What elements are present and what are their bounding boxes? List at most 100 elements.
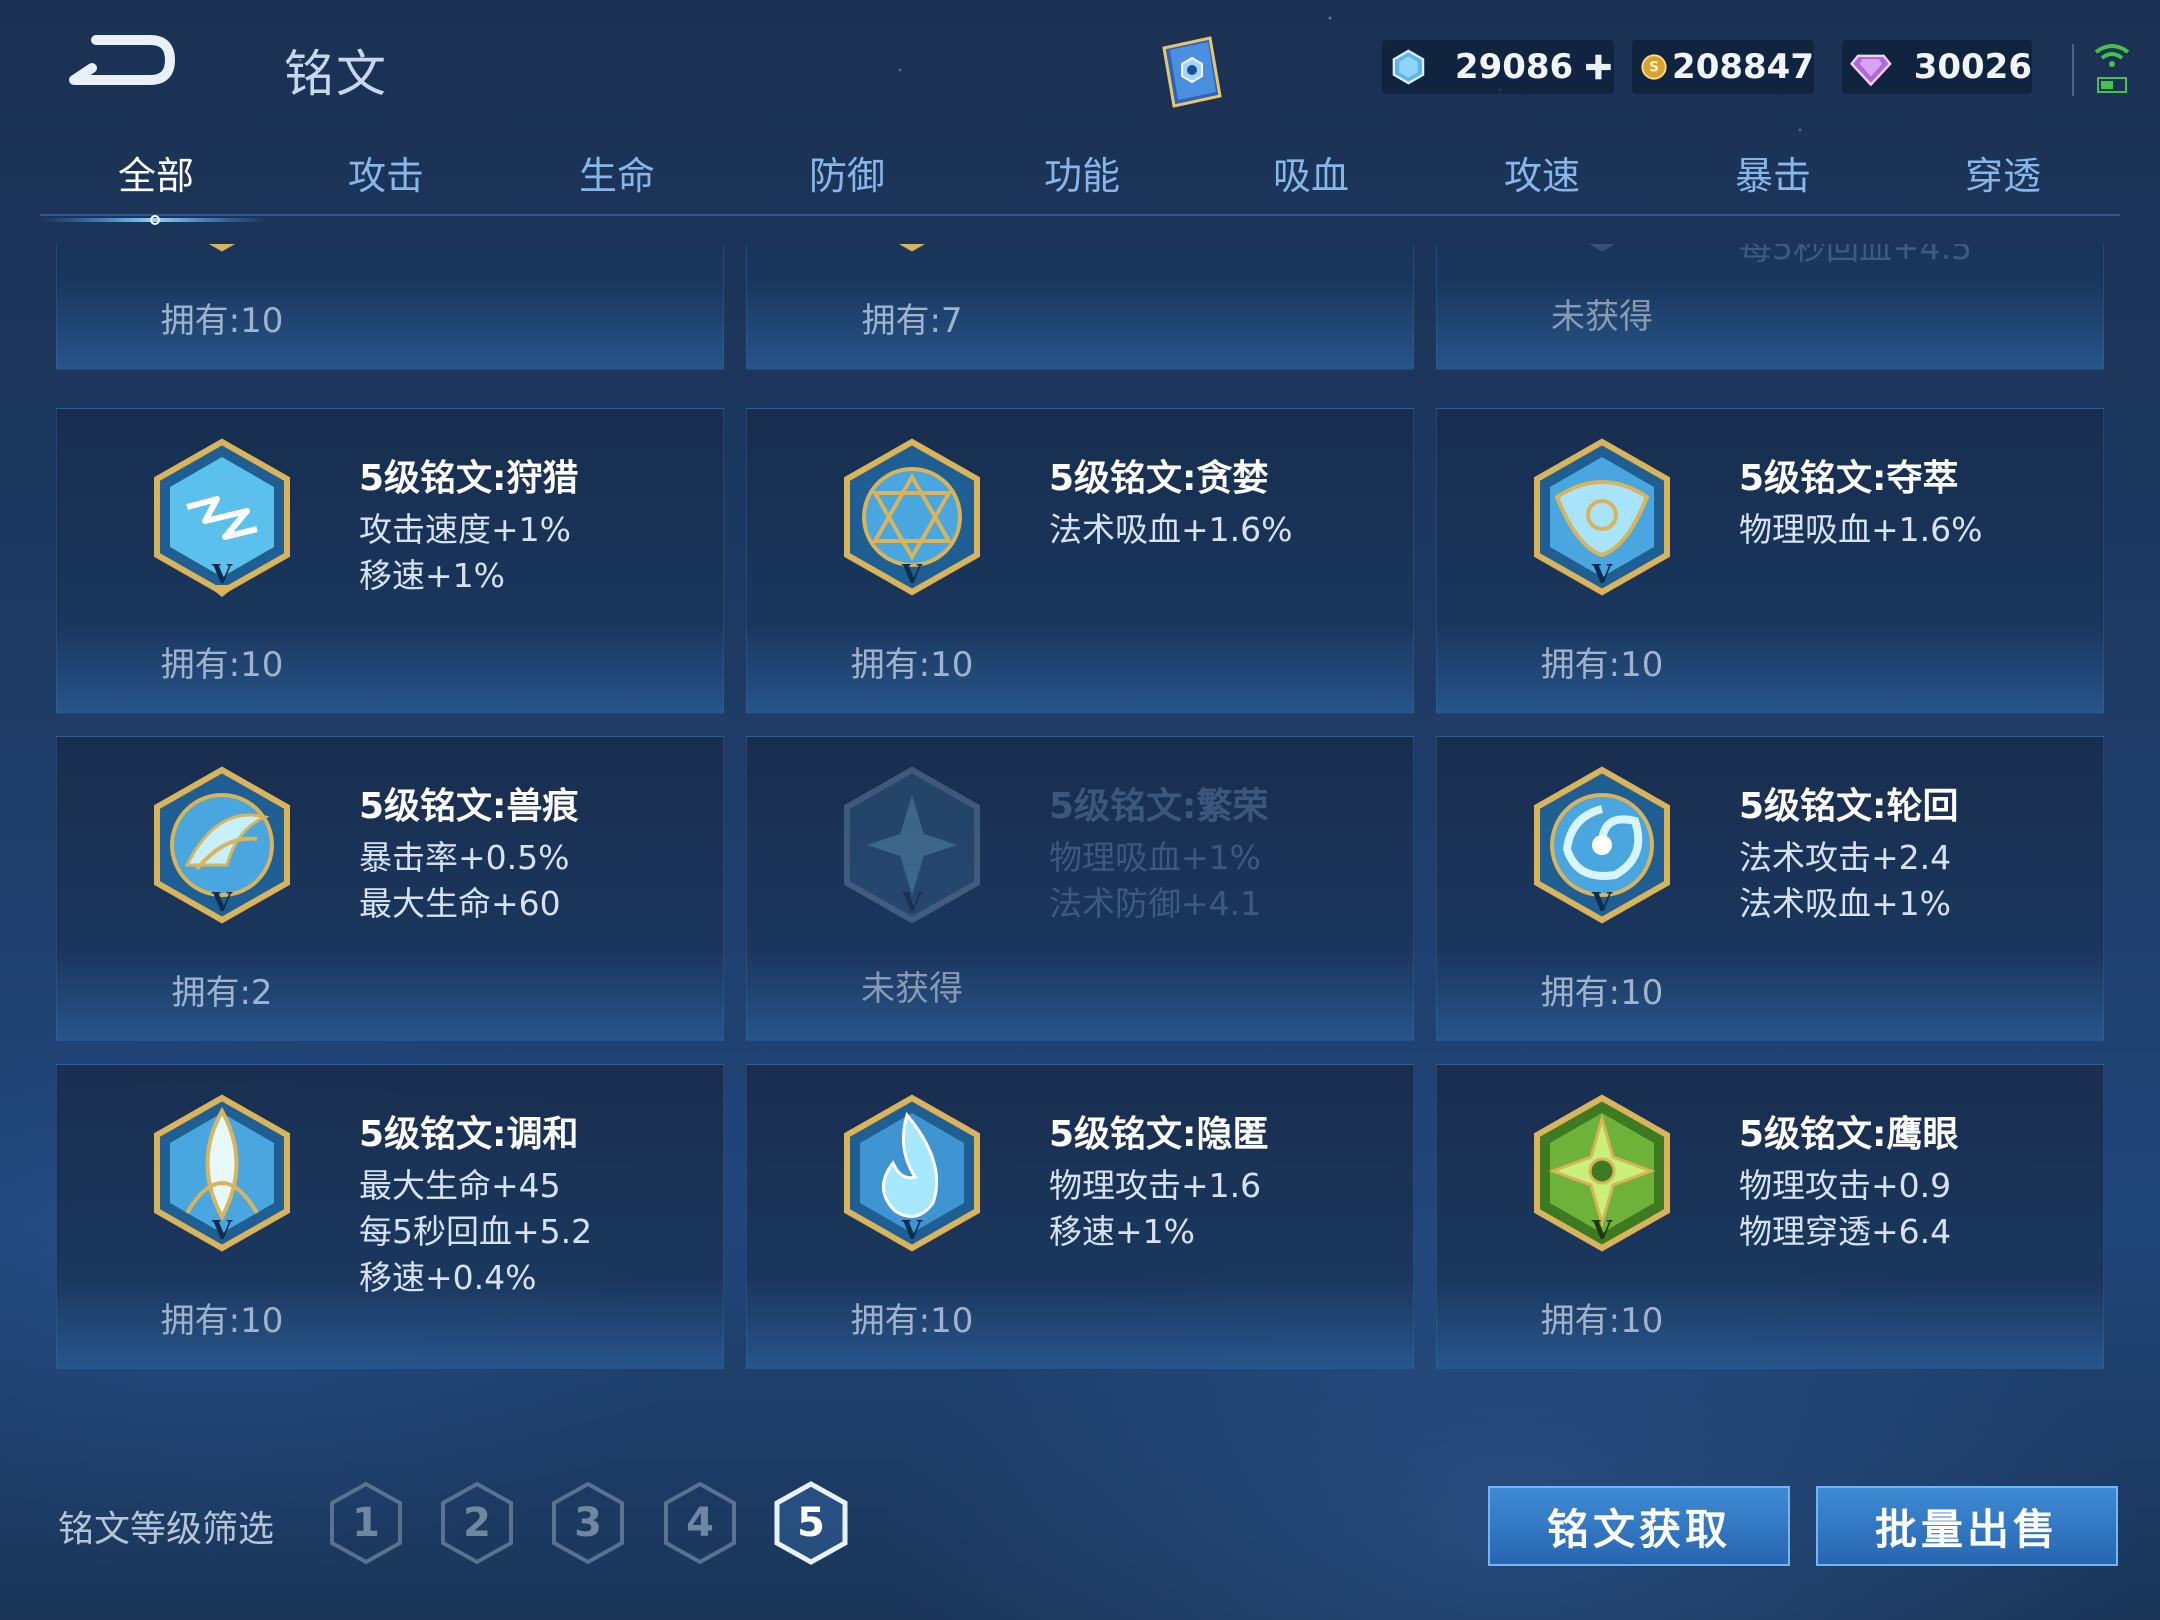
stat-line: 移速+1% (359, 556, 506, 595)
level-number: 2 (463, 1500, 491, 1546)
svg-text:V: V (901, 1216, 923, 1246)
svg-text:V: V (1591, 560, 1613, 590)
stat-line: 移速+1% (1049, 1212, 1196, 1251)
cycle-rune-icon: V (1527, 765, 1677, 935)
inscription-card-hunt[interactable]: V 5级铭文:狩猎 攻击速度+1% 移速+1% 拥有:10 (56, 408, 724, 714)
inscription-card-beast-mark[interactable]: V 5级铭文:兽痕 暴击率+0.5% 最大生命+60 拥有:2 (56, 736, 724, 1042)
svg-text:V: V (1591, 888, 1613, 918)
gem-counter: 30026 (1842, 40, 2032, 94)
stat-line: 法术防御+4.1 (1049, 884, 1262, 923)
diamond-value: 29086 (1454, 47, 1574, 87)
level-number: 4 (686, 1500, 714, 1546)
level-filter-4[interactable]: 4 (662, 1480, 738, 1566)
stat-line: 最大生命+60 (359, 884, 561, 923)
level-number: 5 (797, 1500, 825, 1546)
tab-all[interactable]: 全部 (76, 146, 236, 208)
inscription-grid: V 拥有:10 V 拥有:7 V 每5秒回血+4.5 未获得 V 5级铭文:狩猎… (56, 244, 2104, 1369)
tab-attack-speed[interactable]: 攻速 (1462, 146, 1622, 208)
prosperity-rune-icon: V (837, 765, 987, 935)
svg-text:V: V (900, 244, 924, 246)
wifi-signal-icon (2094, 44, 2130, 93)
inscription-name: 5级铭文:鹰眼 (1739, 1114, 1959, 1155)
level-filter-1[interactable]: 1 (328, 1480, 404, 1566)
page-title: 铭文 (284, 45, 388, 103)
stat-line: 法术吸血+1% (1739, 884, 1952, 923)
inscription-card-cycle[interactable]: V 5级铭文:轮回 法术攻击+2.4 法术吸血+1% 拥有:10 (1436, 736, 2104, 1042)
inscription-card-greed[interactable]: V 5级铭文:贪婪 法术吸血+1.6% 拥有:10 (746, 408, 1414, 714)
tab-defense[interactable]: 防御 (767, 146, 927, 208)
inscription-name: 5级铭文:繁荣 (1049, 786, 1269, 827)
stat-line: 暴击率+0.5% (359, 838, 570, 877)
rune-emblem-icon: V (1527, 244, 1677, 263)
tab-function[interactable]: 功能 (1002, 146, 1162, 208)
stat-line: 物理攻击+1.6 (1049, 1166, 1262, 1205)
stealth-rune-icon: V (837, 1093, 987, 1263)
inscription-card-harmony[interactable]: V 5级铭文:调和 最大生命+45 每5秒回血+5.2 移速+0.4% 拥有:1… (56, 1064, 724, 1369)
diamond-counter: 29086 (1382, 40, 1614, 94)
status-indicator (2092, 40, 2132, 96)
level-filter-5[interactable]: 5 (773, 1480, 849, 1566)
inscription-card-partial[interactable]: V 拥有:10 (56, 244, 724, 370)
plus-icon[interactable] (1583, 47, 1614, 87)
tab-critical[interactable]: 暴击 (1693, 146, 1853, 208)
inscription-name: 5级铭文:调和 (359, 1114, 579, 1155)
svg-text:V: V (901, 560, 923, 590)
tab-lifesteal[interactable]: 吸血 (1231, 146, 1391, 208)
purple-gem-icon (1850, 54, 1892, 87)
stat-line: 攻击速度+1% (359, 510, 572, 549)
harmony-rune-icon: V (147, 1093, 297, 1263)
inscription-name: 5级铭文:贪婪 (1049, 458, 1269, 499)
rune-emblem-icon: V (147, 244, 297, 263)
greed-rune-icon: V (837, 437, 987, 607)
owned-count: 未获得 (861, 969, 963, 1009)
tab-divider (40, 214, 2120, 216)
hawkeye-rune-icon: V (1527, 1093, 1677, 1263)
gem-value: 30026 (1913, 47, 2032, 87)
level-filter-2[interactable]: 2 (439, 1480, 515, 1566)
svg-text:S: S (1649, 60, 1659, 76)
inscription-card-partial[interactable]: V 拥有:7 (746, 244, 1414, 370)
owned-count: 拥有:7 (861, 301, 963, 341)
inscription-card-stealth[interactable]: V 5级铭文:隐匿 物理攻击+1.6 移速+1% 拥有:10 (746, 1064, 1414, 1369)
inscription-card-partial[interactable]: V 每5秒回血+4.5 未获得 (1436, 244, 2104, 370)
inscription-name: 5级铭文:夺萃 (1739, 458, 1959, 499)
svg-text:V: V (211, 888, 233, 918)
svg-text:V: V (210, 244, 234, 246)
svg-text:V: V (211, 1216, 233, 1246)
tab-attack[interactable]: 攻击 (306, 146, 466, 208)
inscription-card-plunder[interactable]: V 5级铭文:夺萃 物理吸血+1.6% 拥有:10 (1436, 408, 2104, 714)
owned-count: 拥有:10 (850, 645, 974, 685)
stat-line: 法术攻击+2.4 (1739, 838, 1952, 877)
stat-line: 法术吸血+1.6% (1049, 510, 1293, 549)
stat-line: 物理吸血+1% (1049, 838, 1262, 877)
back-button[interactable] (66, 30, 178, 92)
level-filter-3[interactable]: 3 (550, 1480, 626, 1566)
gold-value: 208847 (1672, 47, 1814, 87)
rune-emblem-icon: V (837, 244, 987, 263)
inscription-book-icon[interactable] (1150, 30, 1234, 114)
hunt-rune-icon: V (147, 437, 297, 607)
stat-line: 物理攻击+0.9 (1739, 1166, 1952, 1205)
bulk-sell-button[interactable]: 批量出售 (1816, 1486, 2118, 1566)
owned-count: 拥有:10 (1540, 645, 1664, 685)
stat-line: 移速+0.4% (359, 1258, 537, 1297)
svg-text:V: V (1590, 244, 1614, 246)
owned-count: 拥有:10 (160, 301, 284, 341)
obtain-inscription-button[interactable]: 铭文获取 (1488, 1486, 1790, 1566)
level-number: 3 (574, 1500, 602, 1546)
svg-text:V: V (901, 888, 923, 918)
owned-count: 拥有:10 (1540, 973, 1664, 1013)
status-divider (2072, 44, 2074, 96)
inscription-card-prosperity[interactable]: V 5级铭文:繁荣 物理吸血+1% 法术防御+4.1 未获得 (746, 736, 1414, 1042)
owned-count: 拥有:10 (160, 645, 284, 685)
tab-penetration[interactable]: 穿透 (1923, 146, 2083, 208)
inscription-name: 5级铭文:轮回 (1739, 786, 1959, 827)
tab-life[interactable]: 生命 (537, 146, 697, 208)
stat-line: 物理吸血+1.6% (1739, 510, 1983, 549)
inscription-card-hawkeye[interactable]: V 5级铭文:鹰眼 物理攻击+0.9 物理穿透+6.4 拥有:10 (1436, 1064, 2104, 1369)
stat-line: 每5秒回血+5.2 (359, 1212, 593, 1251)
plunder-rune-icon: V (1527, 437, 1677, 607)
blue-crystal-icon (1392, 49, 1425, 85)
gold-coin-icon: S (1641, 54, 1667, 80)
inscription-name: 5级铭文:隐匿 (1049, 1114, 1269, 1155)
